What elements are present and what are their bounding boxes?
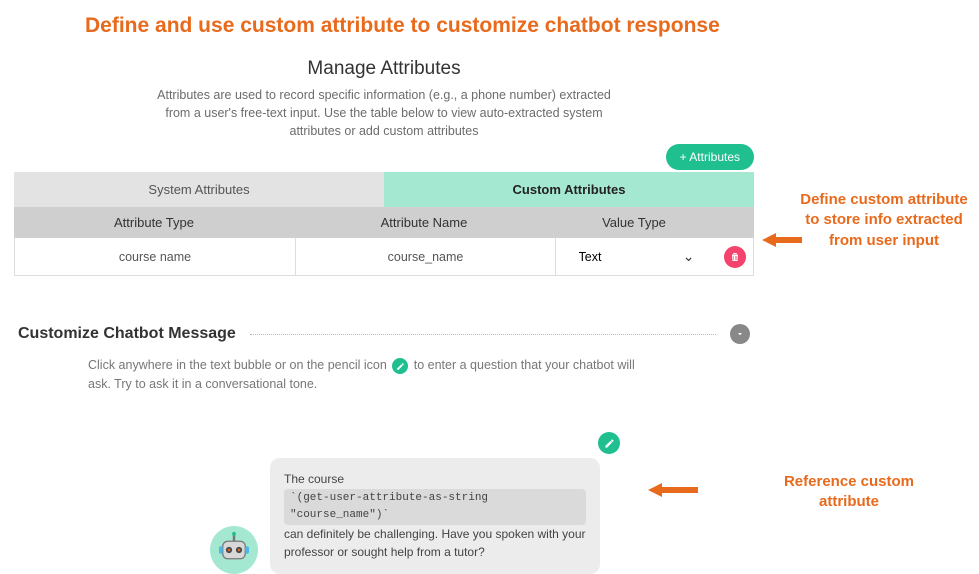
pencil-icon [392,358,408,374]
manage-attributes-description: Attributes are used to record specific i… [144,86,624,140]
bubble-text-2: can definitely be challenging. Have you … [284,527,586,560]
trash-icon [729,251,741,263]
collapse-section-button[interactable] [730,324,750,344]
tab-custom-attributes[interactable]: Custom Attributes [384,172,754,207]
tab-system-attributes[interactable]: System Attributes [14,172,384,207]
column-header-type: Attribute Type [14,207,294,238]
column-header-name: Attribute Name [294,207,554,238]
delete-attribute-button[interactable] [724,246,746,268]
column-header-value: Value Type [554,207,714,238]
cell-attribute-type: course name [15,250,295,264]
add-attributes-button[interactable]: + Attributes [666,144,754,170]
table-row: course name course_name Text [14,238,754,276]
attribute-chip: `(get-user-attribute-as-string "course_n… [284,489,586,525]
chatbot-avatar [210,526,258,574]
edit-bubble-button[interactable] [598,432,620,454]
customize-message-description: Click anywhere in the text bubble or on … [18,344,658,394]
annotation-reference-attribute: Reference custom attribute [759,472,939,513]
arrow-icon [762,230,802,250]
chat-bubble-area: The course `(get-user-attribute-as-strin… [210,438,630,574]
customize-message-heading: Customize Chatbot Message [18,325,236,343]
annotation-define-attribute: Define custom attribute to store info ex… [799,190,969,251]
manage-attributes-heading: Manage Attributes [14,58,754,80]
attributes-table-header: Attribute Type Attribute Name Value Type [14,207,754,238]
value-type-select[interactable]: Text [571,250,701,264]
attribute-tabs: System Attributes Custom Attributes [14,172,754,207]
chat-message-bubble[interactable]: The course `(get-user-attribute-as-strin… [270,458,600,574]
desc-text-before: Click anywhere in the text bubble or on … [88,358,390,372]
robot-icon [214,530,254,570]
arrow-icon [648,480,698,500]
bubble-text-1: The course [284,472,344,486]
main-column: Manage Attributes Attributes are used to… [14,48,754,394]
pencil-icon [604,438,615,449]
section-divider [250,334,716,335]
page-title: Define and use custom attribute to custo… [0,0,979,38]
chevron-down-icon [735,329,745,339]
cell-attribute-name: course_name [295,238,555,275]
